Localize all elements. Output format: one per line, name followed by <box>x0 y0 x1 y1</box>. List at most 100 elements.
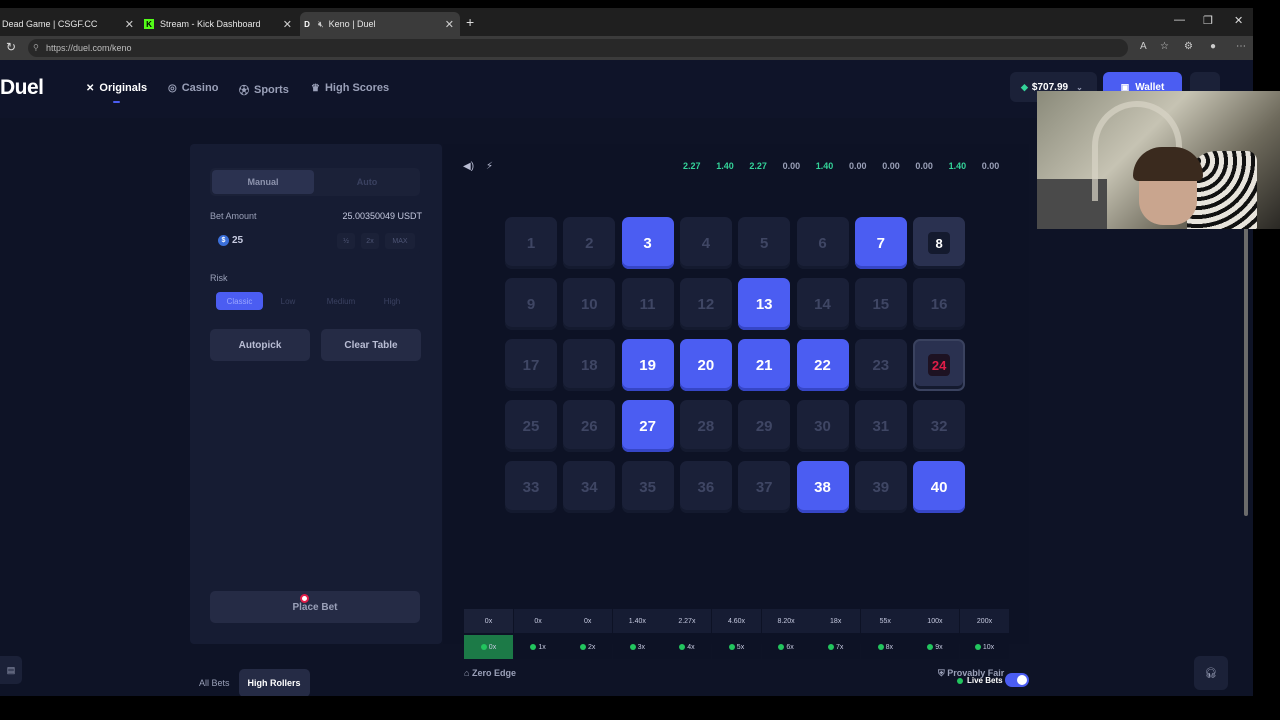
keno-tile[interactable]: 2 <box>563 217 616 269</box>
headset-icon[interactable]: 🎧︎ <box>1194 656 1228 690</box>
close-icon[interactable]: ✕ <box>125 18 134 31</box>
keno-tile[interactable]: 36 <box>679 461 732 513</box>
shield-icon: ⛨ <box>938 668 945 678</box>
max-button[interactable]: MAX <box>385 233 415 249</box>
keno-tile[interactable]: 24 <box>913 339 966 391</box>
payout-multiplier: 100x <box>910 609 960 633</box>
translate-icon[interactable]: A <box>1140 41 1147 52</box>
keno-tile[interactable]: 21 <box>738 339 791 391</box>
keno-tile[interactable]: 5 <box>738 217 791 269</box>
history-value: 2.27 <box>749 161 767 171</box>
mode-switch: Manual Auto <box>210 168 420 196</box>
keno-tile[interactable]: 23 <box>854 339 907 391</box>
url-field[interactable]: ⚲ https://duel.com/keno <box>28 39 1128 57</box>
keno-tile[interactable]: 29 <box>738 400 791 452</box>
keno-tile[interactable]: 28 <box>679 400 732 452</box>
keno-tile[interactable]: 13 <box>738 278 791 330</box>
keno-tile[interactable]: 19 <box>621 339 674 391</box>
hit-count-label: 10x <box>982 643 995 651</box>
keno-tile[interactable]: 22 <box>796 339 849 391</box>
minimize-icon[interactable]: — <box>1174 14 1185 26</box>
keno-tile[interactable]: 33 <box>505 461 557 513</box>
bet-amount-input[interactable]: $ 25 ½ 2x MAX <box>210 228 420 254</box>
keno-tile[interactable]: 8 <box>913 217 966 269</box>
place-bet-button[interactable]: Place Bet <box>210 591 420 623</box>
extensions-icon[interactable]: ⚙ <box>1184 41 1193 52</box>
mode-auto-button[interactable]: Auto <box>316 170 418 194</box>
menu-icon[interactable]: ⋯ <box>1236 41 1246 52</box>
nav-originals[interactable]: ✕ Originals <box>86 82 147 94</box>
keno-tile[interactable]: 38 <box>796 461 849 513</box>
keno-tile[interactable]: 34 <box>563 461 616 513</box>
hit-count-label: 2x <box>587 643 596 651</box>
keno-tile[interactable]: 18 <box>563 339 616 391</box>
new-tab-button[interactable]: + <box>466 14 474 30</box>
profile-icon[interactable]: ● <box>1210 41 1216 52</box>
hit-count: 9x <box>910 635 960 659</box>
keno-tile[interactable]: 39 <box>854 461 907 513</box>
live-bets-toggle[interactable] <box>1005 673 1029 687</box>
half-button[interactable]: ½ <box>337 233 355 249</box>
keno-tile[interactable]: 31 <box>854 400 907 452</box>
lightning-icon[interactable]: ⚡︎ <box>486 161 493 172</box>
keno-tile[interactable]: 35 <box>621 461 674 513</box>
risk-medium[interactable]: Medium <box>316 292 366 310</box>
keno-tile[interactable]: 10 <box>563 278 616 330</box>
keno-tile[interactable]: 26 <box>563 400 616 452</box>
risk-classic[interactable]: Classic <box>216 292 263 310</box>
tab-kick[interactable]: K Stream - Kick Dashboard ✕ <box>142 12 298 36</box>
hit-count: 5x <box>712 635 761 659</box>
keno-tile[interactable]: 37 <box>738 461 791 513</box>
keno-tile[interactable]: 16 <box>913 278 966 330</box>
restore-icon[interactable]: ❐ <box>1203 14 1213 27</box>
keno-tile[interactable]: 32 <box>913 400 966 452</box>
nav-casino[interactable]: ◎ Casino <box>168 82 218 94</box>
hit-count-label: 8x <box>885 643 893 651</box>
keno-tile[interactable]: 17 <box>505 339 557 391</box>
keno-tile[interactable]: 6 <box>796 217 849 269</box>
keno-tile[interactable]: 25 <box>505 400 557 452</box>
bets-tabs: All Bets High Rollers <box>190 669 310 696</box>
keno-tile[interactable]: 9 <box>505 278 557 330</box>
risk-low[interactable]: Low <box>268 292 308 310</box>
hit-count-label: 6x <box>786 643 794 651</box>
keno-tile[interactable]: 4 <box>679 217 732 269</box>
clear-table-button[interactable]: Clear Table <box>321 329 421 361</box>
keno-tile[interactable]: 3 <box>621 217 674 269</box>
gem-dot-icon <box>530 644 537 650</box>
close-window-icon[interactable]: ✕ <box>1234 14 1243 27</box>
keno-tile[interactable]: 1 <box>505 217 557 269</box>
volume-icon[interactable]: ◀︎) <box>463 161 474 172</box>
payout-multiplier: 4.60x <box>712 609 761 633</box>
close-icon[interactable]: ✕ <box>445 18 454 31</box>
autopick-button[interactable]: Autopick <box>210 329 310 361</box>
tab-keno[interactable]: D 🔇︎ Keno | Duel ✕ <box>300 12 460 36</box>
keno-tile[interactable]: 14 <box>796 278 849 330</box>
tab-high-rollers[interactable]: High Rollers <box>238 669 310 696</box>
nav-sports[interactable]: ⚽︎ Sports <box>239 82 289 98</box>
double-button[interactable]: 2x <box>361 233 379 249</box>
tab-all-bets[interactable]: All Bets <box>190 669 239 696</box>
keno-tile[interactable]: 40 <box>913 461 966 513</box>
muted-icon[interactable]: 🔇︎ <box>318 19 324 30</box>
keno-tile[interactable]: 30 <box>796 400 849 452</box>
close-icon[interactable]: ✕ <box>283 18 292 31</box>
star-icon[interactable]: ☆ <box>1160 41 1169 52</box>
chat-icon[interactable]: ▤ <box>0 656 22 684</box>
keno-tile[interactable]: 11 <box>621 278 674 330</box>
hit-count-label: 9x <box>935 643 943 651</box>
keno-tile[interactable]: 15 <box>854 278 907 330</box>
reload-icon[interactable]: ↻ <box>6 40 16 54</box>
duel-logo[interactable]: Duel <box>0 76 44 100</box>
hit-count-label: 3x <box>637 643 645 651</box>
tab-csgf[interactable]: Dead Game | CSGF.CC ✕ <box>0 12 140 36</box>
keno-tile[interactable]: 12 <box>679 278 732 330</box>
payout-multiplier: 200x <box>960 609 1009 633</box>
keno-tile[interactable]: 27 <box>621 400 674 452</box>
risk-high[interactable]: High <box>372 292 412 310</box>
keno-tile[interactable]: 7 <box>854 217 907 269</box>
nav-high-scores[interactable]: ♛ High Scores <box>311 82 389 94</box>
mode-manual-button[interactable]: Manual <box>212 170 314 194</box>
keno-tile[interactable]: 20 <box>679 339 732 391</box>
hit-count: 1x <box>513 635 563 659</box>
